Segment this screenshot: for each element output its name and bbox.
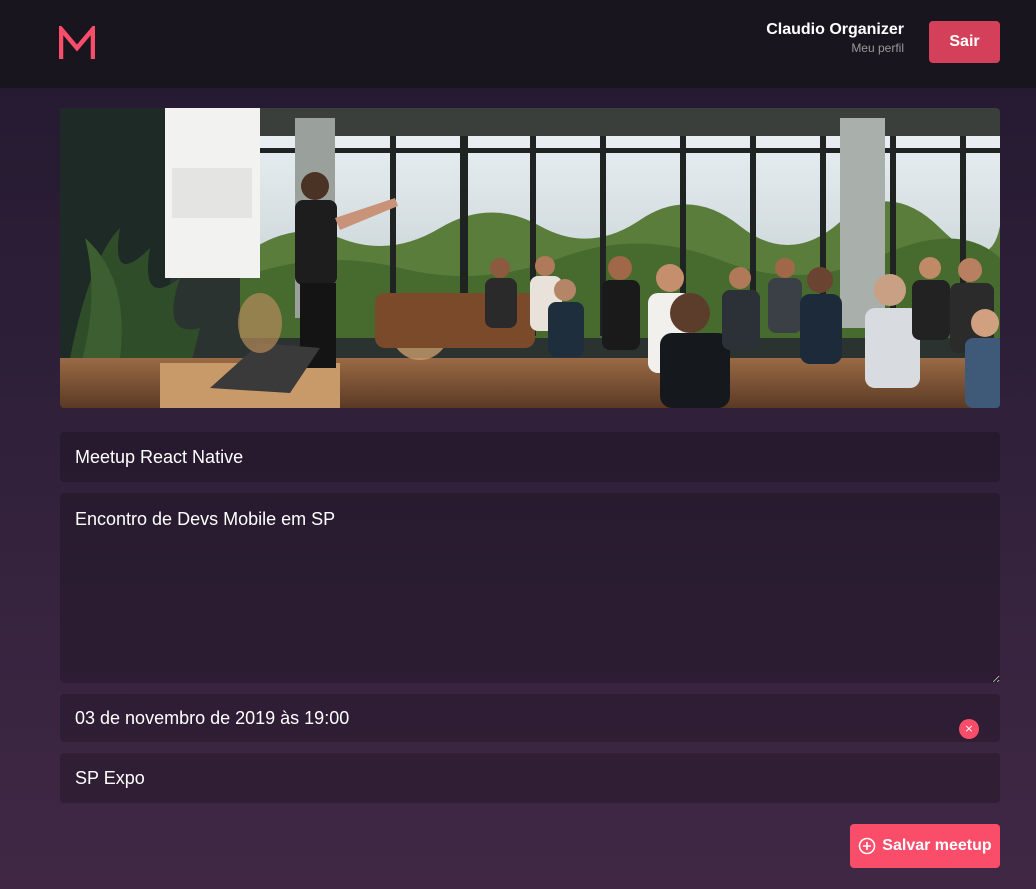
save-meetup-label: Salvar meetup <box>882 837 992 854</box>
my-profile-link[interactable]: Meu perfil <box>766 39 904 57</box>
banner-image[interactable] <box>60 108 1000 408</box>
meetup-banner-image <box>60 108 1000 408</box>
add-circle-icon <box>858 837 876 855</box>
meetup-location-input[interactable] <box>60 753 1000 803</box>
app-header: Claudio Organizer Meu perfil Sair <box>0 0 1036 88</box>
logout-button[interactable]: Sair <box>929 21 1000 63</box>
meetup-date-input[interactable] <box>60 694 1000 742</box>
meetup-description-textarea[interactable]: Encontro de Devs Mobile em SP <box>60 493 1000 683</box>
meetapp-logo-icon[interactable] <box>59 26 95 60</box>
profile-area: Claudio Organizer Meu perfil <box>766 20 904 57</box>
profile-name: Claudio Organizer <box>766 21 904 38</box>
clear-date-icon[interactable]: × <box>959 719 979 739</box>
save-meetup-button[interactable]: Salvar meetup <box>850 824 1000 868</box>
meetup-title-input[interactable] <box>60 432 1000 482</box>
